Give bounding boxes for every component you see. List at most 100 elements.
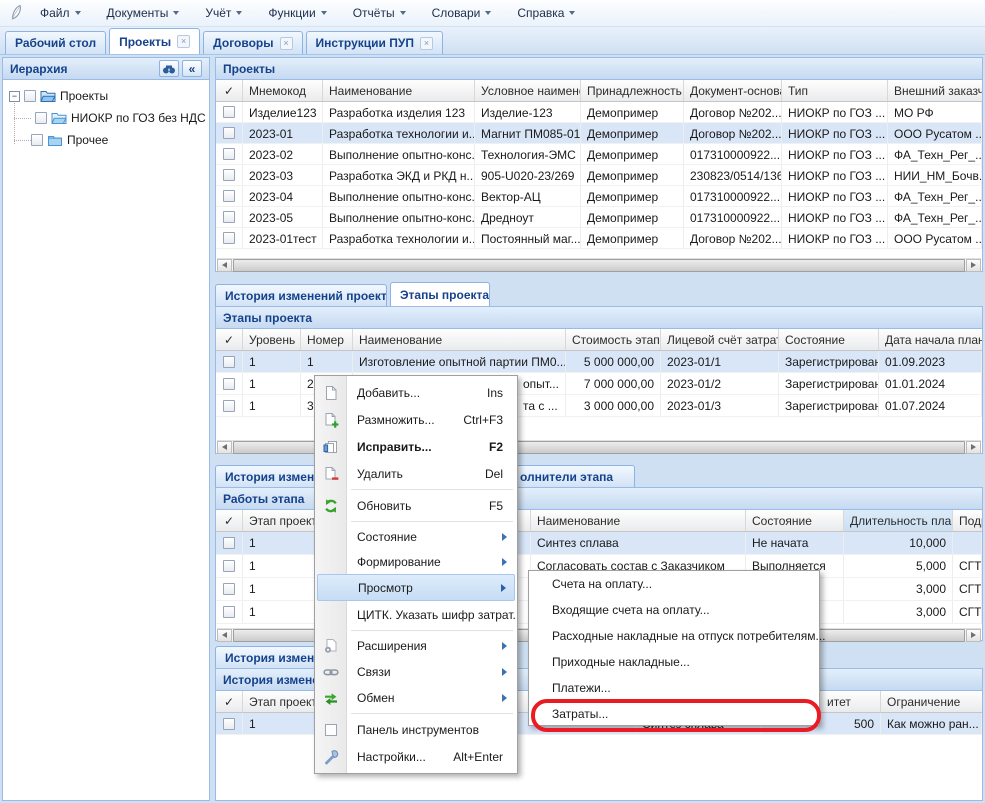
close-icon[interactable]: × [420, 37, 433, 50]
column-header[interactable]: Дата начала план [879, 329, 982, 350]
menu-item-citk-cost-code[interactable]: ЦИТК. Указать шифр затрат... [317, 601, 515, 628]
table-row-selected[interactable]: 1 1 Изготовление опытной партии ПМ0... 5… [216, 351, 982, 373]
horizontal-scrollbar[interactable] [217, 258, 981, 271]
collapse-panel-button[interactable]: « [182, 60, 202, 77]
menu-item-delete[interactable]: Удалить Del [317, 460, 515, 487]
scroll-right-icon[interactable] [966, 441, 981, 454]
column-header[interactable]: Наименование [531, 510, 746, 531]
scroll-left-icon[interactable] [217, 259, 232, 272]
menu-item-duplicate[interactable]: Размножить... Ctrl+F3 [317, 406, 515, 433]
row-checkbox[interactable] [223, 606, 235, 618]
column-header[interactable]: Уровень [243, 329, 301, 350]
tab-projects[interactable]: Проекты× [109, 28, 200, 54]
row-checkbox[interactable] [223, 148, 235, 160]
tree-checkbox[interactable] [24, 90, 36, 102]
menu-item-state[interactable]: Состояние [317, 524, 515, 549]
row-checkbox[interactable] [223, 211, 235, 223]
menu-item-exchange[interactable]: Обмен [317, 685, 515, 711]
row-checkbox[interactable] [223, 232, 235, 244]
column-header[interactable]: Принадлежность [581, 80, 684, 101]
column-header[interactable]: Наименование [323, 80, 475, 101]
row-checkbox[interactable] [223, 583, 235, 595]
menu-item-settings[interactable]: Настройки... Alt+Enter [317, 743, 515, 770]
row-checkbox[interactable] [223, 400, 235, 412]
tab-work-history[interactable]: История измене [215, 646, 319, 668]
menubar-item-reports[interactable]: Отчёты [340, 0, 419, 26]
menu-item-extensions[interactable]: Расширения [317, 633, 515, 659]
find-button[interactable] [159, 60, 179, 77]
tree-checkbox[interactable] [31, 134, 43, 146]
menubar-item-functions[interactable]: Функции [255, 0, 339, 26]
menu-item-edit[interactable]: Исправить... F2 [317, 433, 515, 460]
tab-desktop[interactable]: Рабочий стол [5, 31, 106, 54]
column-header[interactable]: Подр [953, 510, 982, 531]
row-checkbox[interactable] [223, 537, 235, 549]
menubar-item-help[interactable]: Справка [504, 0, 588, 26]
row-checkbox[interactable] [223, 378, 235, 390]
menu-item-links[interactable]: Связи [317, 659, 515, 685]
column-header[interactable]: Лицевой счёт затрат. [661, 329, 779, 350]
tab-contracts[interactable]: Договоры× [203, 31, 302, 54]
row-checkbox[interactable] [223, 190, 235, 202]
tree-expander-icon[interactable]: − [9, 91, 20, 102]
check-column-header[interactable]: ✓ [216, 510, 243, 531]
table-row[interactable]: 2023-01тест Разработка технологии и... П… [216, 228, 982, 249]
column-header[interactable]: Мнемокод [243, 80, 323, 101]
submenu-item-outgoing-waybills[interactable]: Расходные накладные на отпуск потребител… [531, 623, 817, 649]
submenu-item-invoices[interactable]: Счета на оплату... [531, 571, 817, 597]
menubar-item-file[interactable]: Файл [27, 0, 94, 26]
tree-checkbox[interactable] [35, 112, 47, 124]
scroll-right-icon[interactable] [966, 629, 981, 642]
tree-node-niokr[interactable]: НИОКР по ГОЗ без НДС [3, 107, 209, 129]
row-checkbox[interactable] [223, 106, 235, 118]
column-header[interactable]: Тип [782, 80, 888, 101]
check-column-header[interactable]: ✓ [216, 691, 243, 712]
table-row[interactable]: Изделие123 Разработка изделия 123 Издели… [216, 102, 982, 123]
scrollbar-thumb[interactable] [233, 259, 965, 272]
row-checkbox[interactable] [223, 356, 235, 368]
submenu-item-incoming-invoices[interactable]: Входящие счета на оплату... [531, 597, 817, 623]
menubar-item-documents[interactable]: Документы [94, 0, 193, 26]
submenu-item-incoming-waybills[interactable]: Приходные накладные... [531, 649, 817, 675]
tab-instructions[interactable]: Инструкции ПУП× [306, 31, 443, 54]
column-header[interactable]: Состояние [746, 510, 844, 531]
column-header[interactable]: Ограничение [881, 691, 982, 712]
menu-item-add[interactable]: Добавить... Ins [317, 379, 515, 406]
tab-project-stages[interactable]: Этапы проекта [390, 282, 490, 306]
column-header[interactable]: Состояние [779, 329, 879, 350]
close-icon[interactable]: × [177, 35, 190, 48]
column-header[interactable]: Документ-основан [684, 80, 782, 101]
tab-stage-executors[interactable]: олнители этапа [507, 465, 635, 487]
table-row[interactable]: 2023-04 Выполнение опытно-конс... Вектор… [216, 186, 982, 207]
column-header[interactable]: Внешний заказчик [888, 80, 982, 101]
menubar-item-dictionaries[interactable]: Словари [419, 0, 505, 26]
tree-node-other[interactable]: Прочее [3, 129, 209, 151]
menu-item-view[interactable]: Просмотр [317, 574, 515, 601]
close-icon[interactable]: × [280, 37, 293, 50]
tab-stage-history[interactable]: История измен [215, 465, 317, 487]
menu-item-refresh[interactable]: Обновить F5 [317, 492, 515, 519]
column-header[interactable]: Наименование [353, 329, 566, 350]
menubar-item-accounting[interactable]: Учёт [192, 0, 255, 26]
column-header[interactable]: Стоимость этапа [566, 329, 661, 350]
tab-project-history[interactable]: История изменений проекта [215, 284, 387, 306]
column-header[interactable]: Номер [301, 329, 353, 350]
column-header-sorted[interactable]: Длительность план [844, 510, 953, 531]
check-column-header[interactable]: ✓ [216, 329, 243, 350]
row-checkbox[interactable] [223, 127, 235, 139]
menu-item-forming[interactable]: Формирование [317, 549, 515, 574]
table-row[interactable]: 2023-02 Выполнение опытно-конс... Технол… [216, 144, 982, 165]
scroll-right-icon[interactable] [966, 259, 981, 272]
tree-node-projects[interactable]: − Проекты [3, 85, 209, 107]
row-checkbox[interactable] [223, 560, 235, 572]
scroll-left-icon[interactable] [217, 441, 232, 454]
menu-item-toolbar-toggle[interactable]: Панель инструментов [317, 716, 515, 743]
submenu-item-payments[interactable]: Платежи... [531, 675, 817, 701]
table-row[interactable]: 2023-05 Выполнение опытно-конс... Дредно… [216, 207, 982, 228]
row-checkbox[interactable] [223, 169, 235, 181]
table-row-selected[interactable]: 2023-01 Разработка технологии и... Магни… [216, 123, 982, 144]
scroll-left-icon[interactable] [217, 629, 232, 642]
check-column-header[interactable]: ✓ [216, 80, 243, 101]
row-checkbox[interactable] [223, 718, 235, 730]
table-row[interactable]: 2023-03 Разработка ЭКД и РКД н... 905-U0… [216, 165, 982, 186]
